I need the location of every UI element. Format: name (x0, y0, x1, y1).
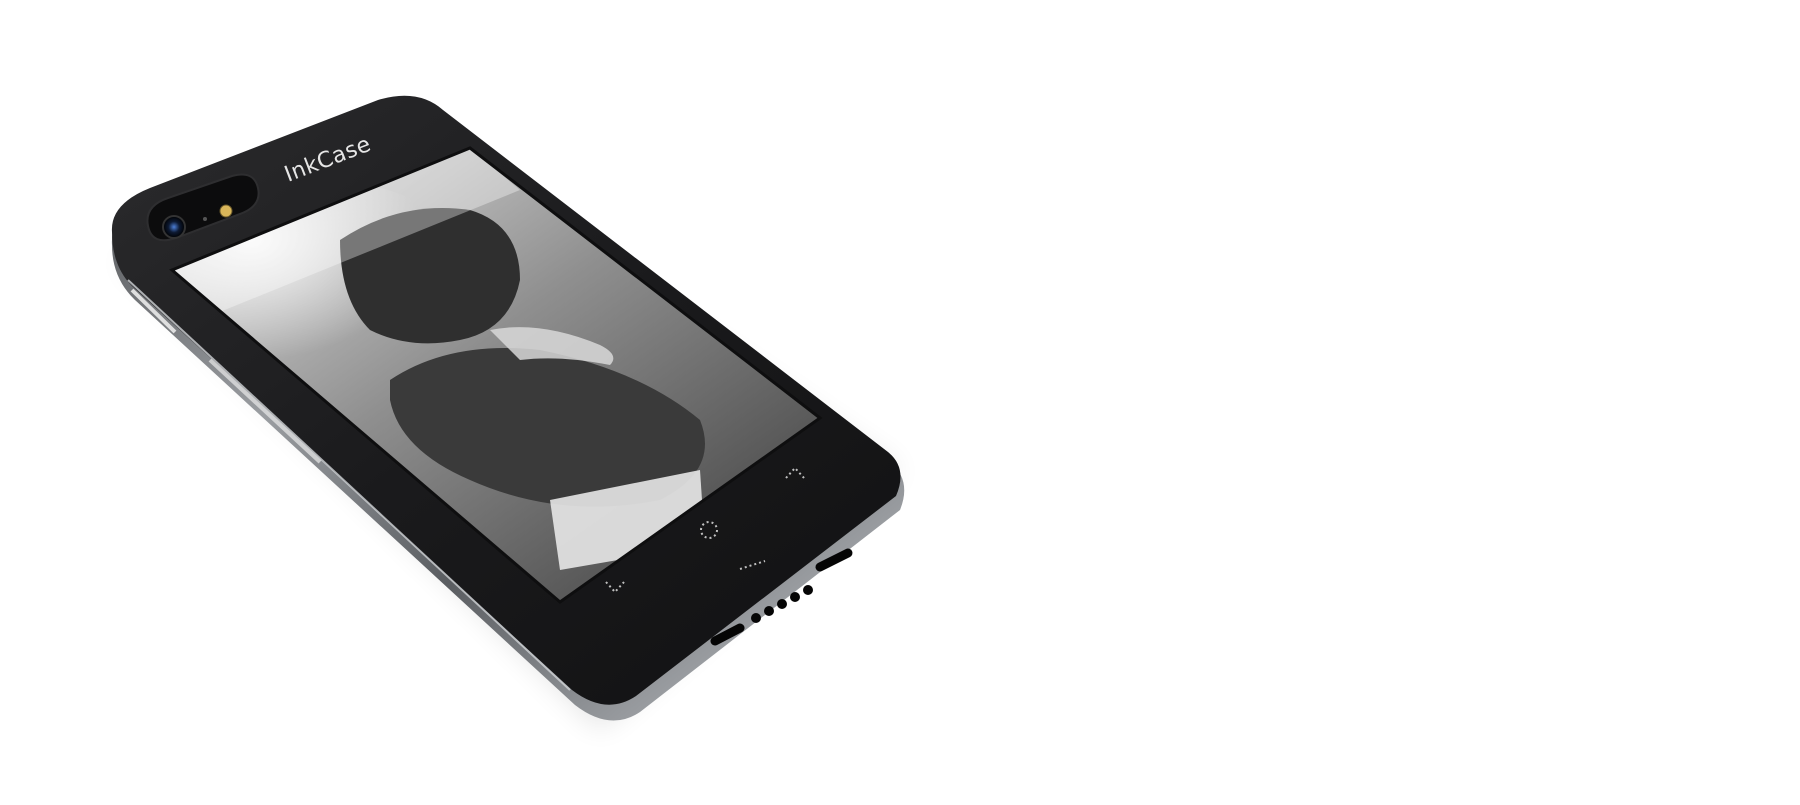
product-render: InkCase (0, 0, 1800, 800)
flash-icon (219, 204, 233, 218)
speaker-hole (790, 592, 800, 602)
microphone-dot (203, 217, 207, 221)
speaker-hole (803, 585, 813, 595)
speaker-hole (777, 599, 787, 609)
phone-illustration: InkCase (111, 95, 905, 730)
speaker-hole (764, 606, 774, 616)
speaker-hole (751, 613, 761, 623)
camera-lens-icon (162, 215, 186, 239)
